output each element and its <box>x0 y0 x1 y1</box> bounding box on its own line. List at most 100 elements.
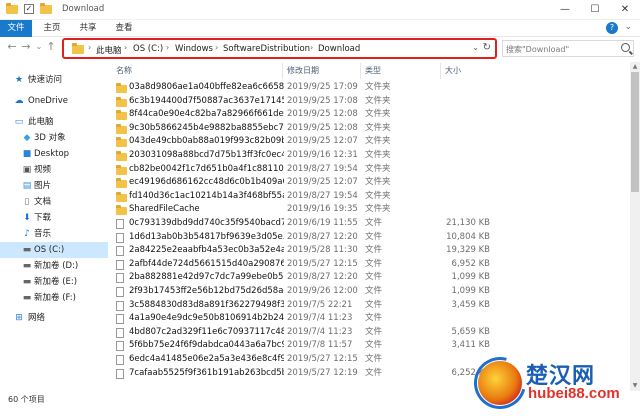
ribbon-expand-icon[interactable]: ⌄ <box>624 22 632 32</box>
tab-view[interactable]: 查看 <box>110 20 138 37</box>
column-size[interactable]: 大小 <box>445 65 461 76</box>
sidebar-item-this-pc[interactable]: ▭ 此电脑 <box>0 114 108 130</box>
column-date[interactable]: 修改日期 <box>287 65 319 76</box>
back-button[interactable]: ← <box>6 41 18 53</box>
file-name: 043de49cbb0ab88a019f993c82b09b... <box>129 136 284 147</box>
maximize-button[interactable]: ☐ <box>580 0 610 20</box>
tab-file[interactable]: 文件 <box>0 20 32 37</box>
file-date: 2019/5/28 11:30 <box>287 245 358 256</box>
sidebar-item-label: 图片 <box>34 181 52 191</box>
column-divider[interactable] <box>282 63 283 79</box>
file-date: 2019/9/25 12:07 <box>287 136 358 147</box>
file-row[interactable]: 4bd807c2ad329f11e6c70937117c48... 2019/7/… <box>112 326 627 340</box>
file-row[interactable]: 2ba882881e42d97c7dc7a99ebe0b5... 2019/8/2… <box>112 271 627 285</box>
sidebar-item-documents[interactable]: ▯ 文档 <box>0 194 108 210</box>
address-dropdown-icon[interactable]: ⌄ <box>472 43 479 52</box>
checkbox-icon[interactable]: ✓ <box>24 4 36 15</box>
file-date: 2019/9/25 12:07 <box>287 177 358 188</box>
file-row[interactable]: fd140d36c1ac10214b14a3f468bf55a0 2019/8/2… <box>112 190 627 204</box>
minimize-button[interactable]: — <box>550 0 580 20</box>
column-divider[interactable] <box>440 63 441 79</box>
file-row[interactable]: 043de49cbb0ab88a019f993c82b09b... 2019/9/… <box>112 135 627 149</box>
file-type: 文件夹 <box>365 122 391 133</box>
desktop-icon: ■ <box>22 149 32 159</box>
file-row[interactable]: 0c793139dbd9dd740c35f9540bacd7... 2019/6/… <box>112 217 627 231</box>
folder-icon <box>116 123 127 134</box>
file-size: 21,130 KB <box>446 218 490 228</box>
folder-icon <box>116 96 127 107</box>
column-divider[interactable] <box>360 63 361 79</box>
breadcrumb-drive-c[interactable]: OS (C:) <box>133 44 163 54</box>
file-row[interactable]: SharedFileCache 2019/9/16 19:35 文件夹 <box>112 203 627 217</box>
breadcrumb-this-pc[interactable]: 此电脑 <box>96 44 122 56</box>
file-row[interactable]: 203031098a88bcd7d75b13ff3fc0ec4a 2019/9/1… <box>112 149 627 163</box>
file-row[interactable]: 03a8d9806ae1a040bffe82ea6c6658fc 2019/9/2… <box>112 81 627 95</box>
vertical-scrollbar[interactable]: ▲ ▼ <box>630 62 640 391</box>
breadcrumb-download[interactable]: Download <box>318 44 360 54</box>
up-button[interactable]: ↑ <box>45 41 57 53</box>
help-icon[interactable]: ? <box>606 22 618 34</box>
file-row[interactable]: 1d6d13ab0b3b54817bf9639e3d05e... 2019/8/2… <box>112 231 627 245</box>
column-type[interactable]: 类型 <box>365 65 381 76</box>
star-icon: ★ <box>14 75 24 85</box>
file-size: 5,659 KB <box>451 326 490 337</box>
file-icon <box>116 259 124 270</box>
file-type: 文件 <box>365 313 383 324</box>
sidebar-item-pictures[interactable]: ▤ 图片 <box>0 178 108 194</box>
column-name[interactable]: 名称 <box>116 65 132 76</box>
sidebar-item-videos[interactable]: ▣ 视频 <box>0 162 108 178</box>
sidebar-item-downloads[interactable]: ⬇ 下载 <box>0 210 108 226</box>
new-folder-icon[interactable] <box>40 3 52 15</box>
forward-button[interactable]: → <box>20 41 32 53</box>
tab-share[interactable]: 共享 <box>74 20 102 37</box>
file-row[interactable]: 5f6bb75e24f6f9dabdca0443a6a7bc9... 2019/7… <box>112 339 627 353</box>
breadcrumb-windows[interactable]: Windows <box>175 44 213 54</box>
sidebar-item-drive-c[interactable]: ▬ OS (C:) <box>0 242 108 258</box>
file-row[interactable]: 2afbf44de724d5661515d40a290876f... 2019/5… <box>112 258 627 272</box>
file-name: SharedFileCache <box>129 204 200 215</box>
refresh-icon[interactable]: ↻ <box>483 42 491 53</box>
file-icon <box>116 300 124 311</box>
breadcrumb-softwaredistribution[interactable]: SoftwareDistribution <box>223 44 310 54</box>
sidebar-item-3d-objects[interactable]: ◆ 3D 对象 <box>0 130 108 146</box>
file-row[interactable]: 2f93b17453ff2e56b12bd75d26d58ad... 2019/9… <box>112 285 627 299</box>
file-type: 文件夹 <box>365 109 391 120</box>
scroll-thumb[interactable] <box>631 72 639 192</box>
file-row[interactable]: 9c30b5866245b4e9882ba8855ebc7a... 2019/9/… <box>112 122 627 136</box>
file-row[interactable]: 4a1a90e4e9dc9e50b8106914b2b24... 2019/7/4… <box>112 312 627 326</box>
sidebar-item-onedrive[interactable]: ☁ OneDrive <box>0 93 108 109</box>
document-icon: ▯ <box>24 197 30 207</box>
file-row[interactable]: cb82be0042f1c7d651b0a4f1c8811001 2019/8/2… <box>112 163 627 177</box>
computer-icon: ▭ <box>14 117 24 127</box>
sidebar-item-desktop[interactable]: ■ Desktop <box>0 146 108 162</box>
tab-home[interactable]: 主页 <box>38 20 66 37</box>
close-button[interactable]: ✕ <box>610 0 640 20</box>
recent-locations-button[interactable]: ⌄ <box>33 41 45 53</box>
file-date: 2019/9/16 19:35 <box>287 204 358 215</box>
file-type: 文件 <box>365 231 383 242</box>
file-row[interactable]: 2a84225e2eaabfb4a53ec0b3a52e4af... 2019/5… <box>112 244 627 258</box>
sidebar-item-network[interactable]: ⊞ 网络 <box>0 310 108 326</box>
file-date: 2019/8/27 19:54 <box>287 163 358 174</box>
search-icon[interactable] <box>621 43 630 52</box>
sidebar-item-music[interactable]: ♪ 音乐 <box>0 226 108 242</box>
file-date: 2019/9/26 12:00 <box>287 286 358 296</box>
sidebar-item-quick-access[interactable]: ★ 快速访问 <box>0 72 108 88</box>
sidebar-item-drive-f[interactable]: ▬ 新加卷 (F:) <box>0 290 108 306</box>
file-type: 文件夹 <box>365 150 391 160</box>
file-size: 10,804 KB <box>446 231 490 242</box>
sidebar-item-drive-e[interactable]: ▬ 新加卷 (E:) <box>0 274 108 290</box>
file-icon <box>116 327 124 338</box>
file-icon <box>116 355 124 365</box>
search-input[interactable]: 搜索"Download" <box>502 40 634 57</box>
file-row[interactable]: 6c3b194400d7f50887ac3637e17145... 2019/9/… <box>112 95 627 109</box>
address-bar[interactable]: › 此电脑 › OS (C:) › Windows › SoftwareDist… <box>62 38 497 59</box>
scroll-up-icon[interactable]: ▲ <box>630 62 640 72</box>
sidebar-item-label: 文档 <box>34 197 52 207</box>
sidebar-item-drive-d[interactable]: ▬ 新加卷 (D:) <box>0 258 108 274</box>
file-row[interactable]: ec49196d686162cc48d6c0b1b409a6... 2019/9/… <box>112 176 627 190</box>
file-icon <box>116 246 124 257</box>
picture-icon: ▤ <box>22 181 32 191</box>
file-row[interactable]: 8f44ca0e90e4c82ba7a82966f661def5 2019/9/2… <box>112 108 627 122</box>
file-row[interactable]: 3c5884830d83d8a891f362279498f30... 2019/7… <box>112 299 627 313</box>
